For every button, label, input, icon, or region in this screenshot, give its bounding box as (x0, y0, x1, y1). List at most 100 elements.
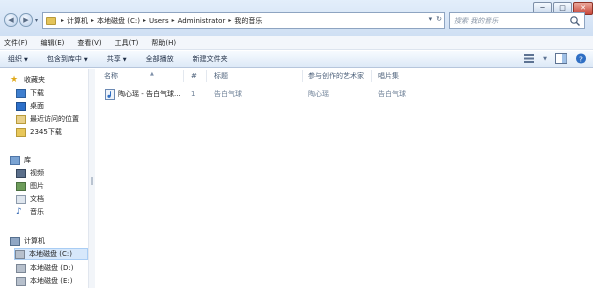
breadcrumb-users[interactable]: Users (149, 17, 169, 25)
menu-view[interactable]: 查看(V) (77, 38, 101, 48)
nav-favorites[interactable]: ★ 收藏夹 (10, 74, 45, 86)
include-in-library-button[interactable]: 包含到库中 ▼ (47, 54, 88, 64)
preview-pane-icon[interactable] (555, 53, 567, 64)
nav-favorites-label: 收藏夹 (24, 76, 45, 84)
search-icon[interactable] (569, 15, 581, 27)
nav-drive-c-label: 本地磁盘 (C:) (29, 250, 72, 258)
column-separator[interactable] (371, 70, 372, 82)
nav-drive-c[interactable]: 本地磁盘 (C:) (14, 248, 88, 260)
navigation-pane: ★ 收藏夹 下载 桌面 最近访问的位置 2345下载 库 视频 图片 文档 ♪ … (0, 69, 88, 288)
recent-pages-dropdown[interactable]: ▾ (35, 17, 38, 24)
nav-2345-downloads-label: 2345下载 (30, 128, 62, 136)
forward-button[interactable]: ▶ (19, 13, 33, 27)
column-header-number[interactable]: # (191, 69, 197, 83)
command-bar: 组织 ▼ 包含到库中 ▼ 共享 ▼ 全部播放 新建文件夹 ▼ ? (0, 51, 593, 68)
chevron-down-icon: ▼ (122, 57, 127, 63)
folder-icon (16, 127, 26, 137)
nav-2345-downloads[interactable]: 2345下载 (16, 126, 62, 138)
nav-drive-d[interactable]: 本地磁盘 (D:) (16, 262, 73, 274)
column-header-title[interactable]: 标题 (214, 69, 228, 83)
menu-edit[interactable]: 编辑(E) (41, 38, 65, 48)
nav-documents[interactable]: 文档 (16, 193, 44, 205)
nav-music[interactable]: ♪ 音乐 (16, 206, 44, 218)
address-dropdown-icon[interactable]: ▾ (429, 15, 433, 23)
nav-libraries-label: 库 (24, 156, 31, 164)
menu-file[interactable]: 文件(F) (4, 38, 28, 48)
view-dropdown-icon[interactable]: ▼ (543, 56, 547, 62)
breadcrumb-drive-c[interactable]: 本地磁盘 (C:) (97, 16, 140, 26)
new-folder-button[interactable]: 新建文件夹 (193, 54, 228, 64)
menu-tools[interactable]: 工具(T) (115, 38, 139, 48)
chevron-down-icon: ▼ (24, 57, 28, 63)
table-row[interactable]: 陶心瑶 - 告白气球... 1 告白气球 陶心瑶 告白气球 (102, 88, 406, 101)
help-icon[interactable]: ? (575, 53, 587, 64)
back-button[interactable]: ◀ (4, 13, 18, 27)
play-all-button[interactable]: 全部播放 (146, 54, 174, 64)
breadcrumb-administrator[interactable]: Administrator (178, 17, 226, 25)
nav-computer-label: 计算机 (24, 237, 45, 245)
nav-videos[interactable]: 视频 (16, 167, 44, 179)
file-title: 告白气球 (214, 90, 242, 98)
desktop-icon (16, 101, 26, 111)
explorer-window: ─ □ ✕ ◀ ▶ ▾ ▸ 计算机 ▸ 本地磁盘 (C:) ▸ Users ▸ … (0, 0, 593, 288)
column-separator[interactable] (183, 70, 184, 82)
column-header-artists[interactable]: 参与创作的艺术家 (308, 69, 364, 83)
search-placeholder: 搜索 我的音乐 (454, 16, 499, 25)
drive-icon (16, 276, 26, 286)
organize-button[interactable]: 组织 ▼ (8, 54, 28, 64)
library-icon (10, 155, 20, 165)
search-input[interactable]: 搜索 我的音乐 (449, 12, 585, 29)
audio-file-icon (105, 89, 115, 100)
recent-places-icon (16, 114, 26, 124)
column-separator[interactable] (206, 70, 207, 82)
pictures-icon (16, 181, 26, 191)
nav-downloads[interactable]: 下载 (16, 87, 44, 99)
address-controls: ▾ ↻ (429, 15, 442, 23)
column-header-name[interactable]: ▲ 名称 (104, 69, 154, 83)
star-icon: ★ (10, 74, 19, 85)
view-controls: ▼ ? (523, 53, 587, 64)
organize-label: 组织 (8, 55, 22, 63)
nav-pictures-label: 图片 (30, 182, 44, 190)
nav-drive-d-label: 本地磁盘 (D:) (30, 264, 74, 272)
folder-icon (46, 16, 56, 25)
nav-libraries[interactable]: 库 (10, 154, 31, 166)
chevron-right-icon[interactable]: ▸ (61, 17, 64, 24)
nav-drive-e[interactable]: 本地磁盘 (E:) (16, 275, 72, 287)
file-album: 告白气球 (378, 90, 406, 98)
video-icon (16, 168, 26, 178)
view-options-icon[interactable] (523, 53, 535, 64)
column-header-album[interactable]: 唱片集 (378, 69, 399, 83)
breadcrumb-my-music[interactable]: 我的音乐 (234, 16, 262, 26)
svg-text:?: ? (579, 54, 583, 63)
share-button[interactable]: 共享 ▼ (107, 54, 127, 64)
sort-ascending-icon: ▲ (150, 71, 154, 77)
address-field[interactable]: ▸ 计算机 ▸ 本地磁盘 (C:) ▸ Users ▸ Administrato… (42, 12, 445, 29)
chevron-down-icon: ▼ (83, 57, 88, 63)
chevron-right-icon[interactable]: ▸ (91, 17, 94, 24)
nav-recent-places[interactable]: 最近访问的位置 (16, 113, 79, 125)
share-label: 共享 (106, 55, 121, 63)
nav-computer[interactable]: 计算机 (10, 235, 45, 247)
nav-desktop[interactable]: 桌面 (16, 100, 44, 112)
include-in-library-label: 包含到库中 (46, 55, 82, 63)
nav-documents-label: 文档 (30, 195, 44, 203)
file-artist: 陶心瑶 (308, 90, 329, 98)
nav-downloads-label: 下载 (30, 89, 44, 97)
music-note-icon: ♪ (16, 206, 22, 217)
nav-scrollbar-thumb[interactable] (91, 177, 93, 185)
chevron-right-icon[interactable]: ▸ (172, 17, 175, 24)
chevron-right-icon[interactable]: ▸ (228, 17, 231, 24)
file-name: 陶心瑶 - 告白气球... (118, 90, 181, 98)
menu-help[interactable]: 帮助(H) (151, 38, 176, 48)
computer-icon (10, 236, 20, 246)
downloads-folder-icon (16, 88, 26, 98)
documents-icon (16, 194, 26, 204)
drive-icon (15, 249, 25, 259)
refresh-icon[interactable]: ↻ (436, 15, 442, 23)
drive-icon (16, 263, 26, 273)
nav-pictures[interactable]: 图片 (16, 180, 44, 192)
column-separator[interactable] (302, 70, 303, 82)
breadcrumb-computer[interactable]: 计算机 (67, 16, 88, 26)
chevron-right-icon[interactable]: ▸ (143, 17, 146, 24)
